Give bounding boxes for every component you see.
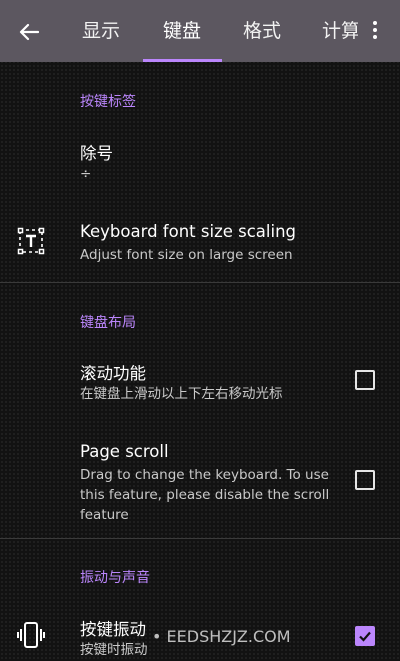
key-vibration-checkbox[interactable] xyxy=(355,626,375,646)
scroll-function-checkbox[interactable] xyxy=(355,370,375,390)
tab-calculate[interactable]: 计算 xyxy=(322,0,358,62)
tab-keyboard[interactable]: 键盘 xyxy=(163,0,201,62)
section-divider xyxy=(0,282,400,283)
pref-summary: Adjust font size on large screen xyxy=(80,247,293,263)
watermark: • EEDSHZJZ.COM xyxy=(152,627,291,646)
section-title-keyboard-layout: 键盘布局 xyxy=(80,315,136,331)
text-size-icon xyxy=(17,227,45,255)
pref-title: 按键振动 xyxy=(80,620,146,639)
tab-format[interactable]: 格式 xyxy=(243,0,281,62)
page-scroll-checkbox[interactable] xyxy=(355,470,375,490)
checkmark-icon xyxy=(359,631,371,642)
more-vert-icon xyxy=(364,21,386,39)
vibration-icon xyxy=(17,622,45,648)
app-bar: 显示 键盘 格式 计算 xyxy=(0,0,400,62)
section-divider xyxy=(0,538,400,539)
active-tab-indicator xyxy=(143,59,222,62)
pref-summary: 在键盘上滑动以上下左右移动光标 xyxy=(80,386,283,402)
section-title-vibration-sound: 振动与声音 xyxy=(80,570,150,586)
more-options-button[interactable] xyxy=(364,18,386,46)
pref-summary: ÷ xyxy=(80,166,92,182)
arrow-left-icon xyxy=(19,23,39,41)
pref-summary: Drag to change the keyboard. To use this… xyxy=(80,467,330,523)
pref-summary: 按键时振动 xyxy=(80,642,148,658)
pref-title: Page scroll xyxy=(80,442,169,461)
tab-display[interactable]: 显示 xyxy=(82,0,120,62)
back-button[interactable] xyxy=(14,17,44,47)
pref-title: 滚动功能 xyxy=(80,364,146,383)
pref-title: Keyboard font size scaling xyxy=(80,222,296,241)
pref-title: 除号 xyxy=(80,144,113,163)
section-title-key-labels: 按键标签 xyxy=(80,94,136,110)
